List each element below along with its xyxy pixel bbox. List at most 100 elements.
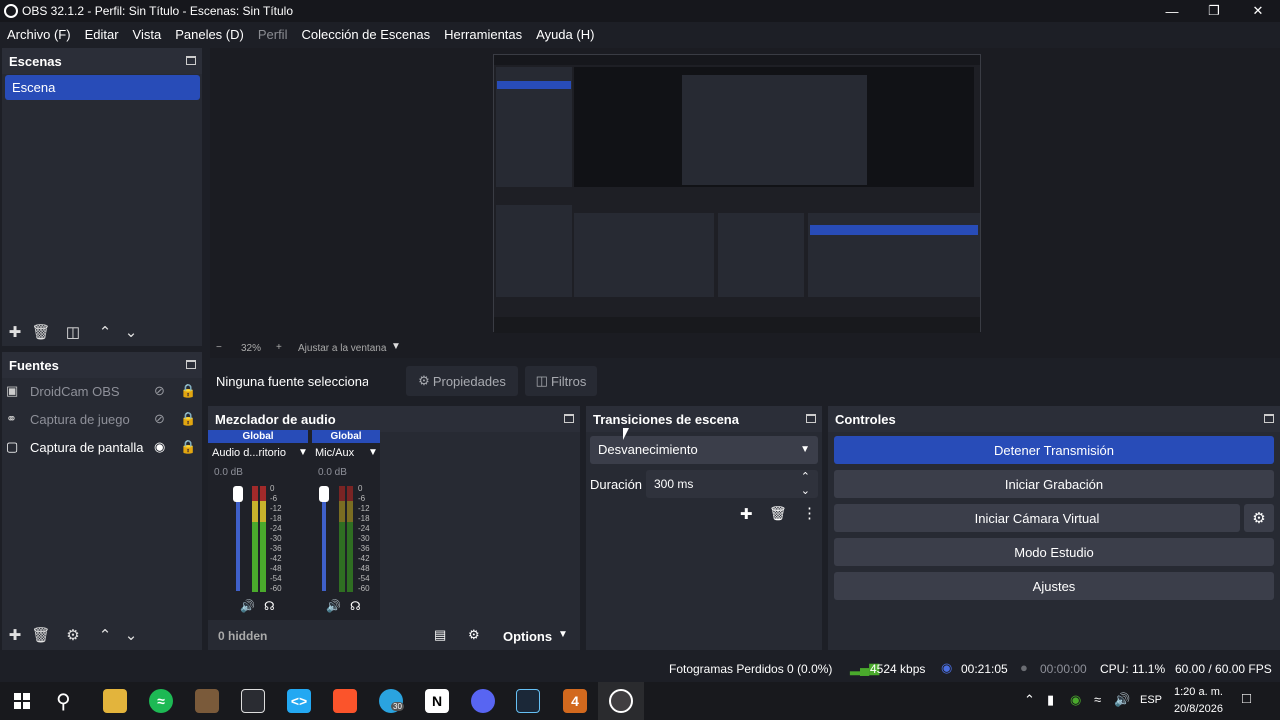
eye-hidden-icon[interactable]: ⊘ (154, 383, 165, 399)
float-dock-icon[interactable] (186, 56, 196, 65)
clock-date[interactable]: 20/8/2026 (1174, 703, 1223, 715)
float-dock-icon[interactable] (186, 360, 196, 369)
eye-hidden-icon[interactable]: ⊘ (154, 411, 165, 427)
layout-icon[interactable]: ▤ (434, 627, 446, 643)
transition-select[interactable]: Desvanecimiento ▼ (590, 436, 818, 464)
studio-mode-button[interactable]: Modo Estudio (834, 538, 1274, 566)
notification-icon[interactable]: □ (1242, 690, 1251, 707)
menu-perfil[interactable]: Perfil (251, 27, 295, 42)
chevron-down-icon: ▼ (800, 444, 810, 455)
preview-footer: − 32% + Ajustar a la ventana ▼ (210, 340, 610, 358)
start-virtual-cam-button[interactable]: Iniciar Cámara Virtual (834, 504, 1240, 532)
discord-icon[interactable] (471, 689, 495, 713)
settings-button[interactable]: Ajustes (834, 572, 1274, 600)
lock-icon[interactable]: 🔒 (180, 411, 196, 427)
advanced-audio-icon[interactable]: ⚙ (468, 627, 480, 643)
menu-vista[interactable]: Vista (126, 27, 169, 42)
headphones-icon[interactable]: ☊ (264, 599, 275, 613)
speaker-icon[interactable]: 🔊 (326, 599, 341, 613)
chevron-down-icon[interactable]: ▼ (558, 629, 568, 640)
minimize-button[interactable]: — (1150, 0, 1194, 22)
properties-button[interactable]: ⚙ Propiedades (406, 366, 518, 396)
restore-button[interactable]: ❐ (1192, 0, 1236, 22)
float-dock-icon[interactable] (1264, 414, 1274, 423)
menu-coleccion-escenas[interactable]: Colección de Escenas (294, 27, 437, 42)
clock-time[interactable]: 1:20 a. m. (1174, 686, 1223, 698)
add-transition-icon[interactable]: ✚ (740, 505, 753, 523)
move-up-icon[interactable]: ⌃ (92, 624, 118, 646)
language-indicator[interactable]: ESP (1140, 694, 1162, 706)
fit-to-window-label[interactable]: Ajustar a la ventana (298, 343, 386, 354)
source-item[interactable]: ⚭ Captura de juego ⊘ 🔒 (6, 406, 198, 432)
notion-icon[interactable]: N (425, 689, 449, 713)
lock-icon[interactable]: 🔒 (180, 383, 196, 399)
steam-icon[interactable] (516, 689, 540, 713)
close-window-button[interactable]: ✕ (1236, 0, 1280, 22)
start-recording-button[interactable]: Iniciar Grabación (834, 470, 1274, 498)
chevron-down-icon[interactable]: ▼ (368, 447, 378, 458)
add-scene-icon[interactable]: ✚ (2, 321, 28, 343)
add-source-icon[interactable]: ✚ (2, 624, 28, 646)
source-item[interactable]: ▢ Captura de pantalla ◉ 🔒 (6, 434, 198, 460)
trash-icon[interactable]: 🗑 (28, 624, 54, 646)
speaker-icon[interactable]: 🔊 (240, 599, 255, 613)
stream-time: 00:21:05 (961, 662, 1008, 676)
scene-item-escena[interactable]: Escena (5, 75, 200, 100)
chevron-down-icon[interactable]: ▼ (391, 341, 401, 352)
microphone-icon[interactable]: ▮ (1047, 692, 1054, 708)
filter-icon[interactable]: ◫ (60, 321, 86, 343)
menu-herramientas[interactable]: Herramientas (437, 27, 529, 42)
volume-slider-handle[interactable] (233, 486, 243, 502)
headphones-icon[interactable]: ☊ (350, 599, 361, 613)
volume-slider-handle[interactable] (319, 486, 329, 502)
chevron-up-icon[interactable]: ⌃ (1024, 692, 1035, 708)
move-up-icon[interactable]: ⌃ (92, 321, 118, 343)
tray-app-icon[interactable]: ◉ (1070, 692, 1081, 708)
file-explorer-icon[interactable] (103, 689, 127, 713)
stream-icon: ◉ (941, 660, 953, 675)
trash-icon[interactable]: 🗑 (28, 321, 54, 343)
chevron-down-icon[interactable]: ▼ (298, 447, 308, 458)
menu-paneles[interactable]: Paneles (D) (168, 27, 251, 42)
zoom-out-button[interactable]: − (216, 342, 222, 353)
menu-ayuda[interactable]: Ayuda (H) (529, 27, 601, 42)
zoom-in-button[interactable]: + (276, 342, 282, 353)
hidden-count: 0 hidden (218, 629, 268, 643)
game-icon[interactable] (195, 689, 219, 713)
properties-label: Propiedades (432, 373, 506, 389)
windows-start-icon[interactable] (14, 693, 30, 709)
volume-icon[interactable]: 🔊 (1114, 692, 1130, 708)
more-options-icon[interactable]: ⋮ (802, 504, 817, 522)
audio-mixer-dock: Mezclador de audio Global Audio d...rito… (208, 406, 580, 650)
menu-archivo[interactable]: Archivo (F) (0, 27, 78, 42)
app-red-icon[interactable]: 4 (563, 689, 587, 713)
monitor-icon: ▢ (6, 439, 19, 454)
gear-icon[interactable]: ⚙ (60, 624, 86, 646)
source-item[interactable]: ▣ DroidCam OBS ⊘ 🔒 (6, 378, 198, 404)
move-down-icon[interactable]: ⌄ (118, 624, 144, 646)
options-button[interactable]: Options (503, 629, 552, 644)
duration-input[interactable]: 300 ms ⌃ ⌄ (646, 470, 818, 498)
float-dock-icon[interactable] (564, 414, 574, 423)
spotify-icon[interactable]: ≈ (149, 689, 173, 713)
no-source-label: Ninguna fuente seleccionad (216, 374, 368, 389)
virtual-cam-settings-button[interactable]: ⚙ (1244, 504, 1274, 532)
filters-button[interactable]: ◫ Filtros (525, 366, 597, 396)
menu-editar[interactable]: Editar (78, 27, 126, 42)
meter-bar (339, 486, 345, 592)
scene-item-label: Escena (12, 80, 56, 95)
meter-bar (260, 486, 266, 592)
search-icon[interactable]: ⚲ (56, 689, 71, 714)
float-dock-icon[interactable] (806, 414, 816, 423)
eye-icon[interactable]: ◉ (154, 439, 165, 455)
spinner-down-icon[interactable]: ⌄ (801, 477, 810, 505)
notepad-icon[interactable] (241, 689, 265, 713)
move-down-icon[interactable]: ⌄ (118, 321, 144, 343)
wifi-icon[interactable]: ≈ (1094, 692, 1101, 707)
lock-icon[interactable]: 🔒 (180, 439, 196, 455)
vscode-icon[interactable]: <> (287, 689, 311, 713)
stop-stream-button[interactable]: Detener Transmisión (834, 436, 1274, 464)
preview-area[interactable]: − 32% + Ajustar a la ventana ▼ (210, 48, 1280, 358)
brave-icon[interactable] (333, 689, 357, 713)
trash-icon[interactable]: 🗑 (769, 505, 787, 522)
